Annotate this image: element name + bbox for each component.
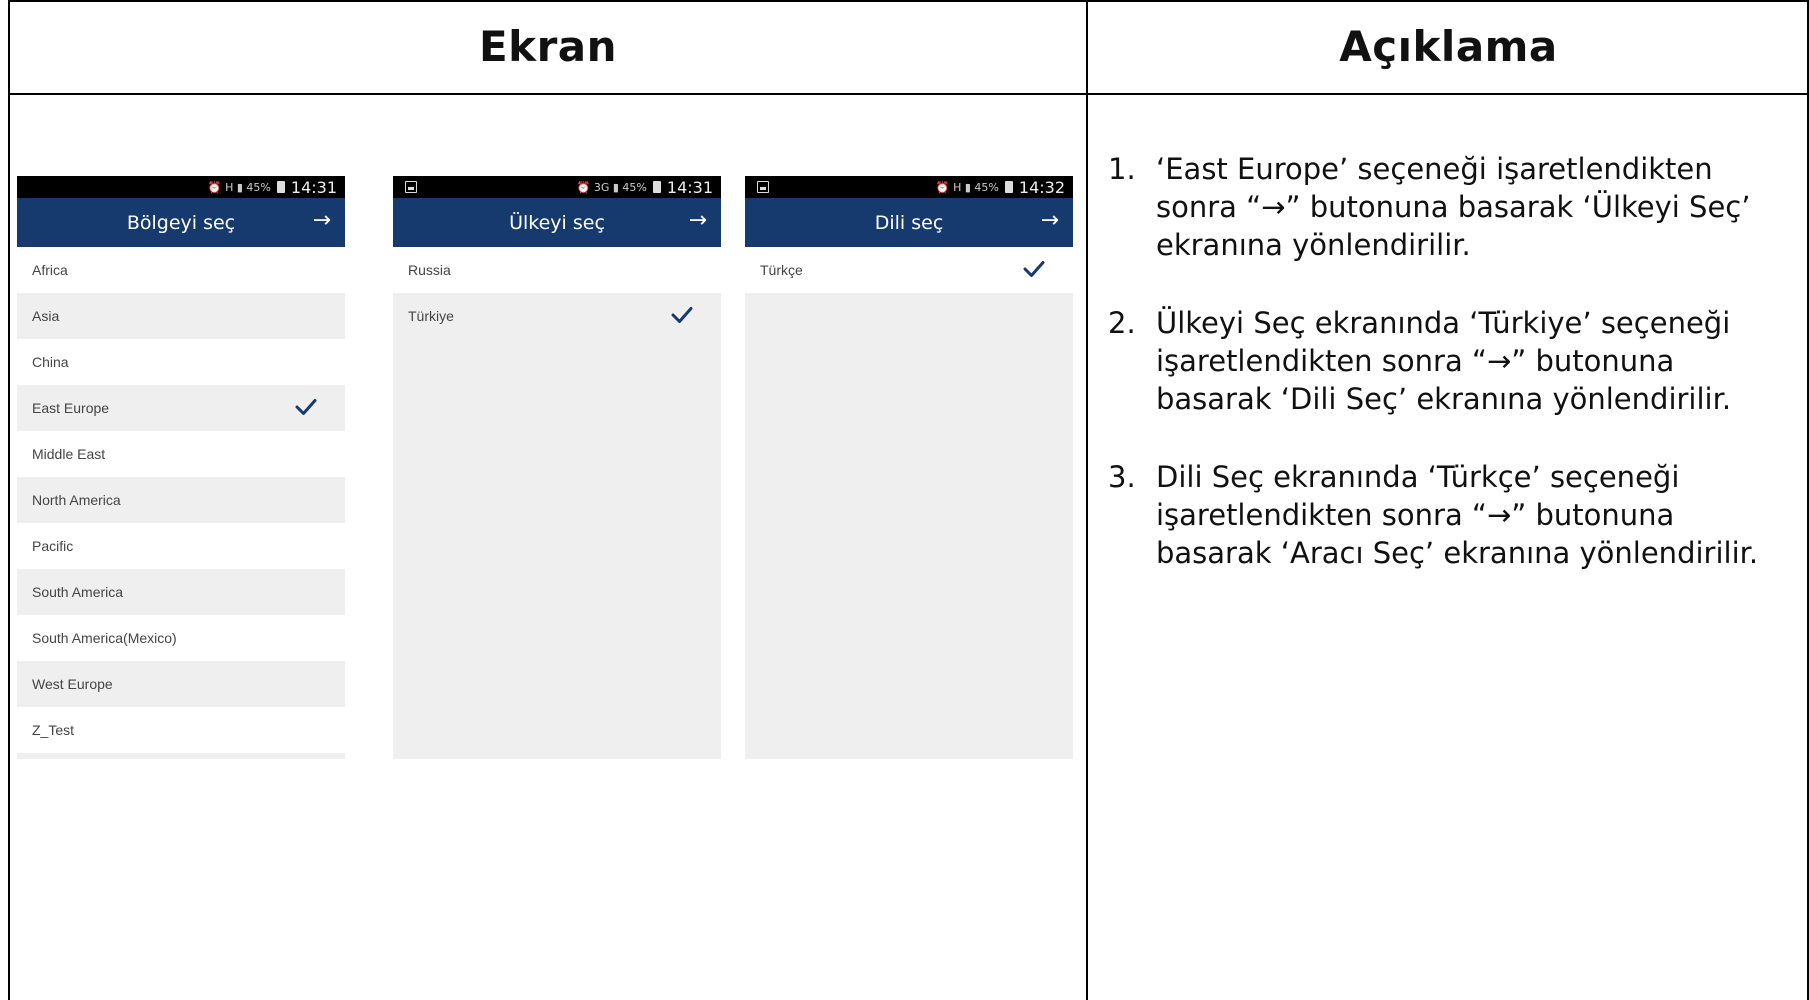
list-item[interactable]: Z_Test bbox=[17, 707, 345, 753]
app-bar: Bölgeyi seç → bbox=[17, 198, 345, 247]
checkmark-icon bbox=[295, 399, 317, 415]
list-item[interactable]: North America bbox=[17, 477, 345, 523]
list-item-label: Middle East bbox=[32, 446, 106, 462]
battery-icon bbox=[276, 181, 285, 193]
description-number: 2. bbox=[1108, 306, 1136, 340]
list-item[interactable]: Asia bbox=[17, 293, 345, 339]
status-bar: ⏰ H ▮ 45% 14:31 bbox=[17, 176, 345, 198]
checkmark-icon bbox=[671, 307, 693, 323]
option-list: Russia Türkiye bbox=[393, 247, 721, 339]
status-time: 14:31 bbox=[290, 177, 337, 197]
status-time: 14:32 bbox=[1018, 177, 1065, 197]
list-item-label: Asia bbox=[32, 308, 60, 324]
option-list: Africa Asia China East Europe Middle East Nor… bbox=[17, 247, 345, 753]
list-item-label: Pacific bbox=[32, 538, 74, 554]
list-item-label: Türkiye bbox=[408, 308, 454, 324]
list-item[interactable]: West Europe bbox=[17, 661, 345, 707]
list-item-label: Türkçe bbox=[760, 262, 803, 278]
gallery-notification-icon bbox=[405, 181, 417, 193]
app-bar: Dili seç → bbox=[745, 198, 1073, 247]
status-time: 14:31 bbox=[666, 177, 713, 197]
header-ekran: Ekran bbox=[478, 22, 618, 71]
battery-icon bbox=[652, 181, 661, 193]
list-item-label: Z_Test bbox=[32, 722, 75, 738]
list-item[interactable]: Russia bbox=[393, 247, 721, 293]
next-arrow-button[interactable]: → bbox=[689, 208, 707, 233]
header-aciklama: Açıklama bbox=[1339, 22, 1558, 71]
list-item-label: East Europe bbox=[32, 400, 110, 416]
checkmark-icon bbox=[1023, 261, 1045, 277]
status-indicators-icon: ⏰ H ▮ 45% bbox=[935, 180, 999, 194]
list-item[interactable]: Middle East bbox=[17, 431, 345, 477]
column-divider bbox=[1086, 0, 1088, 1000]
option-list: Türkçe bbox=[745, 247, 1073, 293]
phone-screen: ⏰ 3G ▮ 45% 14:31 Ülkeyi seç → Russia Türkiye bbox=[393, 176, 721, 759]
list-item-label: North America bbox=[32, 492, 121, 508]
battery-icon bbox=[1004, 181, 1013, 193]
description-text: ‘East Europe’ seçeneği işaretlendikten s… bbox=[1156, 152, 1751, 262]
phone-screen: ⏰ H ▮ 45% 14:31 Bölgeyi seç → Africa Asia Chin… bbox=[17, 176, 345, 759]
list-item[interactable]: South America(Mexico) bbox=[17, 615, 345, 661]
status-bar: ⏰ H ▮ 45% 14:32 bbox=[745, 176, 1073, 198]
next-arrow-button[interactable]: → bbox=[313, 208, 331, 233]
description-item: 3. Dili Seç ekranında ‘Türkçe’ seçeneği … bbox=[1108, 458, 1788, 572]
gallery-notification-icon bbox=[757, 181, 769, 193]
screen-title: Ülkeyi seç bbox=[509, 211, 605, 234]
list-item-label: South America(Mexico) bbox=[32, 630, 177, 646]
list-item-label: South America bbox=[32, 584, 124, 600]
description-text: Ülkeyi Seç ekranında ‘Türkiye’ seçeneği … bbox=[1156, 306, 1732, 416]
screen-title: Bölgeyi seç bbox=[126, 211, 236, 234]
list-item-label: Africa bbox=[32, 262, 68, 278]
list-item[interactable]: Türkçe bbox=[745, 247, 1073, 293]
description-number: 3. bbox=[1108, 460, 1136, 494]
list-item[interactable]: Africa bbox=[17, 247, 345, 293]
list-item-label: China bbox=[32, 354, 69, 370]
phone-screen: ⏰ H ▮ 45% 14:32 Dili seç → Türkçe bbox=[745, 176, 1073, 759]
app-bar: Ülkeyi seç → bbox=[393, 198, 721, 247]
list-item-label: West Europe bbox=[32, 676, 113, 692]
description-text: Dili Seç ekranında ‘Türkçe’ seçeneği işa… bbox=[1156, 460, 1759, 570]
list-item[interactable]: China bbox=[17, 339, 345, 385]
description-item: 1. ‘East Europe’ seçeneği işaretlendikte… bbox=[1108, 150, 1788, 264]
status-indicators-icon: ⏰ 3G ▮ 45% bbox=[576, 180, 647, 194]
list-item[interactable]: Pacific bbox=[17, 523, 345, 569]
description-item: 2. Ülkeyi Seç ekranında ‘Türkiye’ seçene… bbox=[1108, 304, 1788, 418]
list-item[interactable]: South America bbox=[17, 569, 345, 615]
next-arrow-button[interactable]: → bbox=[1041, 208, 1059, 233]
status-indicators-icon: ⏰ H ▮ 45% bbox=[207, 180, 271, 194]
list-item-label: Russia bbox=[408, 262, 451, 278]
list-item[interactable]: East Europe bbox=[17, 385, 345, 431]
list-item[interactable]: Türkiye bbox=[393, 293, 721, 339]
description-list: 1. ‘East Europe’ seçeneği işaretlendikte… bbox=[1108, 150, 1788, 612]
description-number: 1. bbox=[1108, 152, 1136, 186]
screen-title: Dili seç bbox=[874, 211, 944, 234]
status-bar: ⏰ 3G ▮ 45% 14:31 bbox=[393, 176, 721, 198]
